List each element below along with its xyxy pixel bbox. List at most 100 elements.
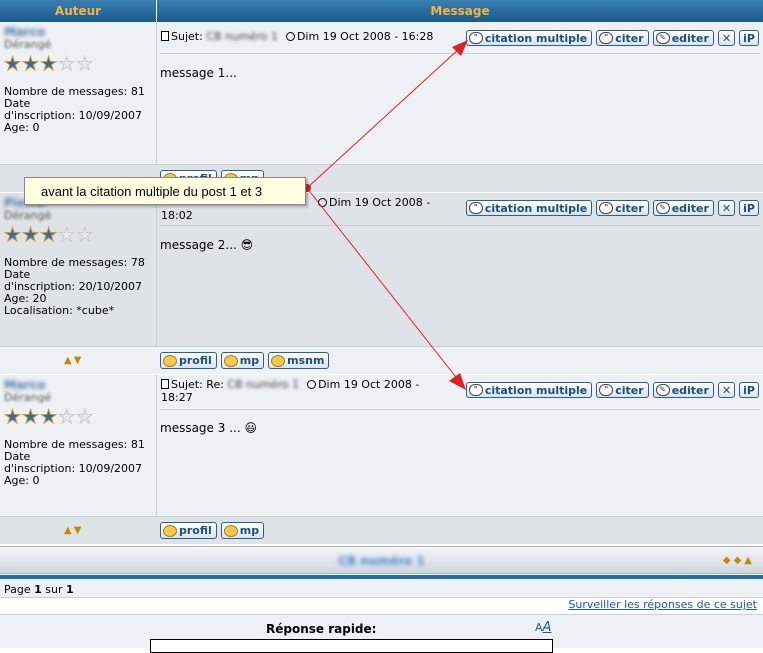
author-meta: Nombre de messages: 81 Date d'inscriptio… bbox=[4, 86, 152, 134]
msnm-label: msnm bbox=[287, 354, 325, 367]
post-author: Pierre Dérangé ★★★★★ Nombre de messages:… bbox=[0, 193, 157, 346]
clock-icon bbox=[307, 380, 317, 389]
rank-stars: ★★★★★ bbox=[3, 406, 152, 428]
watch-bar: Surveiller les réponses de ce sujet bbox=[0, 598, 763, 614]
pencil-icon: ✎ bbox=[655, 32, 670, 44]
quote-bubble-icon: " bbox=[468, 384, 483, 396]
quote-button[interactable]: " citer bbox=[596, 382, 649, 398]
msnm-button[interactable]: msnm bbox=[268, 352, 330, 369]
post-author: Marco Dérangé ★★★★★ Nombre de messages: … bbox=[0, 22, 157, 164]
post-footer: ▲▼ profil mp bbox=[0, 516, 763, 544]
ip-button[interactable]: iP bbox=[739, 30, 759, 46]
pm-button[interactable]: mp bbox=[220, 522, 265, 539]
post-content: Sujet: Re: CB numéro 1 Dim 19 Oct 2008 - … bbox=[157, 375, 763, 516]
post-body: message 2... 😎 bbox=[160, 238, 253, 252]
star-icon: ★ bbox=[40, 406, 59, 428]
author-username[interactable]: Marco bbox=[4, 379, 152, 391]
pagination-prefix: Page bbox=[4, 583, 31, 596]
edit-button[interactable]: ✎ editer bbox=[652, 200, 714, 216]
users-icon bbox=[223, 354, 238, 367]
star-icon: ★ bbox=[3, 53, 23, 75]
post-actions: " citation multiple " citer ✎ editer ✕ iP bbox=[465, 200, 759, 216]
multi-quote-label: citation multiple bbox=[484, 201, 588, 215]
quote-button[interactable]: " citer bbox=[596, 30, 649, 46]
profile-button[interactable]: profil bbox=[160, 352, 217, 369]
meta-line: Age: 0 bbox=[4, 121, 40, 134]
font-icon-b: A bbox=[542, 620, 552, 635]
post-body: message 3 ... 😃 bbox=[160, 421, 257, 435]
annotation-tooltip: avant la citation multiple du post 1 et … bbox=[24, 177, 306, 205]
multi-quote-button[interactable]: " citation multiple bbox=[465, 200, 593, 216]
divider bbox=[160, 225, 760, 226]
pagination-total: 1 bbox=[66, 583, 74, 596]
ip-label: iP bbox=[743, 31, 755, 45]
post-date: Dim 19 Oct 2008 - 16:28 bbox=[296, 30, 434, 43]
pencil-icon: ✎ bbox=[655, 202, 670, 214]
multi-quote-button[interactable]: " citation multiple bbox=[465, 30, 593, 46]
delete-button[interactable]: ✕ bbox=[717, 30, 736, 46]
quote-label: citer bbox=[615, 383, 644, 397]
quote-bubble-icon: " bbox=[599, 32, 614, 44]
delete-button[interactable]: ✕ bbox=[717, 200, 736, 216]
ip-button[interactable]: iP bbox=[739, 382, 759, 398]
quote-bubble-icon: " bbox=[468, 32, 483, 44]
meta-line: Age: 0 bbox=[4, 474, 40, 487]
up-down-arrows[interactable]: ▲▼ bbox=[64, 525, 83, 536]
post-header: Sujet: CB numéro 1 Dim 19 Oct 2008 - 16:2… bbox=[161, 30, 433, 43]
post-content: Dim 19 Oct 2008 - 18:02 " citation multip… bbox=[157, 193, 763, 346]
pencil-icon: ✎ bbox=[655, 384, 670, 396]
multi-quote-label: citation multiple bbox=[484, 383, 588, 397]
post-body-text: message 2... bbox=[160, 238, 237, 252]
users-icon bbox=[223, 524, 238, 537]
author-rank: Dérangé bbox=[4, 38, 52, 51]
delete-icon: ✕ bbox=[721, 201, 732, 215]
pm-label: mp bbox=[239, 354, 260, 367]
quote-button[interactable]: " citer bbox=[596, 200, 649, 216]
user-icon bbox=[163, 354, 177, 367]
clock-icon bbox=[318, 198, 327, 207]
post-author: Marco Dérangé ★★★★★ Nombre de messages: … bbox=[0, 375, 157, 516]
author-username[interactable]: Marco bbox=[4, 26, 152, 38]
quote-label: citer bbox=[615, 31, 644, 45]
post-date-cont: 18:02 bbox=[161, 209, 193, 222]
post-footer: ▲▼ profil mp msnm bbox=[0, 346, 763, 374]
author-rank: Dérangé bbox=[4, 209, 52, 222]
star-icon: ★ bbox=[3, 406, 23, 428]
post-icon bbox=[161, 31, 169, 41]
author-rank: Dérangé bbox=[4, 391, 52, 404]
delete-button[interactable]: ✕ bbox=[717, 382, 736, 398]
star-icon: ★ bbox=[76, 224, 95, 246]
profile-buttons: profil mp msnm bbox=[160, 352, 330, 369]
pm-button[interactable]: mp bbox=[220, 352, 265, 369]
star-icon: ★ bbox=[22, 406, 41, 428]
post-date: Dim 19 Oct 2008 - bbox=[318, 378, 420, 391]
thread-title: CB numéro 1 bbox=[338, 554, 425, 568]
quick-reply-label: Réponse rapide: bbox=[266, 622, 377, 636]
ip-button[interactable]: iP bbox=[739, 200, 759, 216]
profile-button[interactable]: profil bbox=[160, 522, 217, 539]
watch-topic-link[interactable]: Surveiller les réponses de ce sujet bbox=[568, 598, 757, 611]
post-header: Dim 19 Oct 2008 - bbox=[318, 196, 430, 209]
edit-label: editer bbox=[671, 383, 709, 397]
quote-bubble-icon: " bbox=[599, 384, 614, 396]
pagination: Page 1 sur 1 bbox=[0, 579, 763, 598]
quick-reply-textarea[interactable] bbox=[150, 639, 553, 653]
subject-text: CB numéro 1 bbox=[227, 378, 300, 391]
multi-quote-button[interactable]: " citation multiple bbox=[465, 382, 593, 398]
author-column-header: Auteur bbox=[0, 0, 157, 22]
divider bbox=[160, 53, 760, 54]
post-header: Sujet: Re: CB numéro 1 Dim 19 Oct 2008 - bbox=[161, 378, 419, 391]
font-size-icon[interactable]: AA bbox=[535, 620, 551, 635]
edit-button[interactable]: ✎ editer bbox=[652, 382, 714, 398]
msn-icon bbox=[271, 354, 286, 367]
star-icon: ★ bbox=[22, 53, 41, 75]
thread-nav-arrows[interactable]: ◆◆▲ bbox=[723, 555, 755, 566]
star-icon: ★ bbox=[40, 53, 59, 75]
edit-button[interactable]: ✎ editer bbox=[652, 30, 714, 46]
table-header: Auteur Message bbox=[0, 0, 763, 22]
post-date: Dim 19 Oct 2008 - bbox=[329, 196, 431, 209]
up-down-arrows[interactable]: ▲▼ bbox=[64, 355, 83, 366]
quote-bubble-icon: " bbox=[599, 202, 614, 214]
post-body: message 1... bbox=[160, 66, 237, 80]
star-icon: ★ bbox=[58, 53, 77, 75]
